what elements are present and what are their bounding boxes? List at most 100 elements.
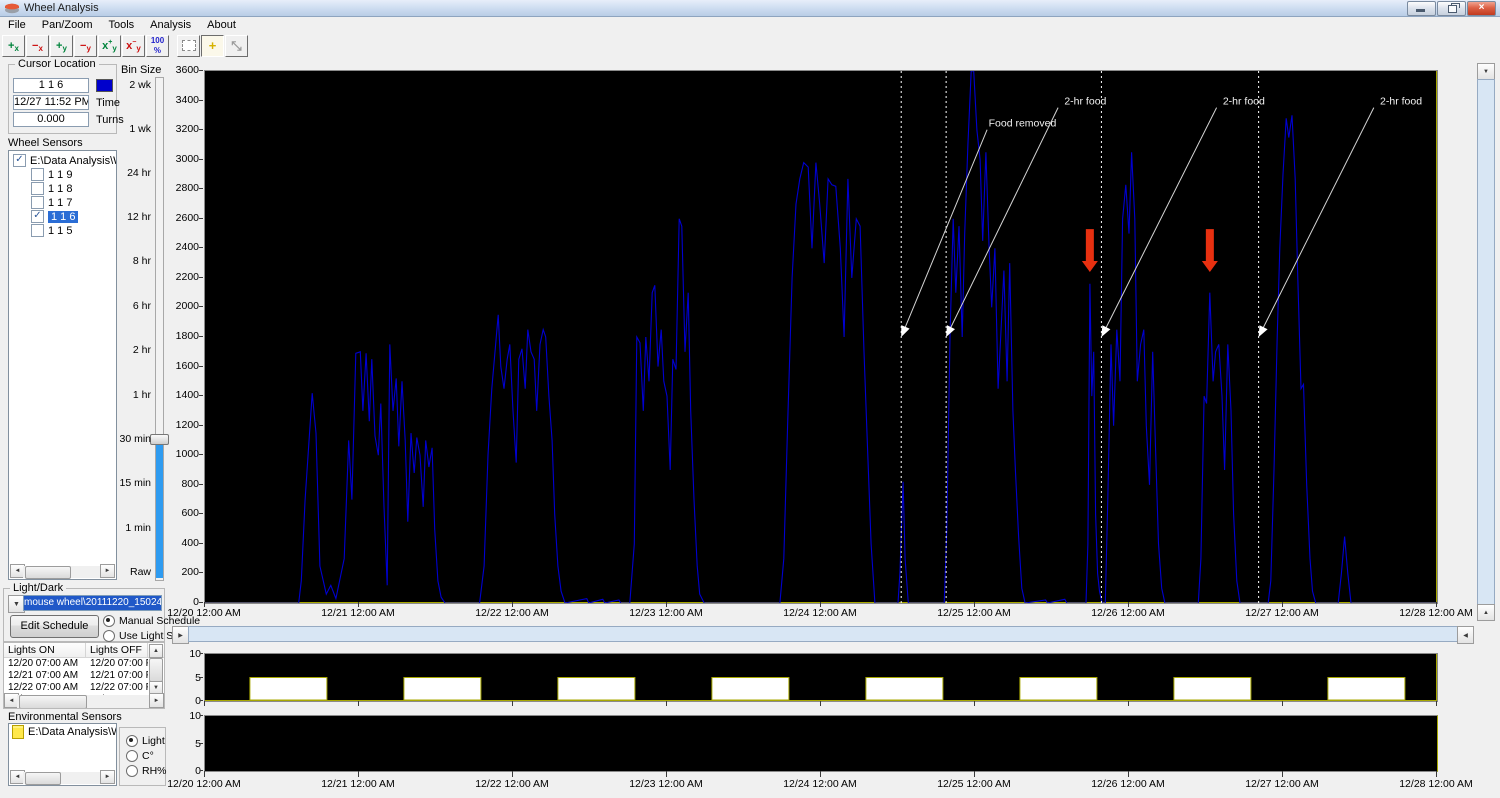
y-axis-label: 2400 bbox=[163, 241, 199, 253]
y-axis-tick bbox=[199, 306, 203, 307]
toolbar-zoom-in-x-icon[interactable]: +x bbox=[2, 35, 25, 57]
env-list-scroll-right-icon[interactable]: ► bbox=[100, 770, 115, 784]
bin-size-option-12hr[interactable]: 12 hr bbox=[105, 211, 151, 223]
chart-hscrollbar[interactable] bbox=[188, 626, 1458, 642]
radio-icon[interactable] bbox=[126, 765, 138, 777]
sensor-file-icon bbox=[12, 725, 24, 739]
bin-size-option-8hr[interactable]: 8 hr bbox=[105, 255, 151, 267]
wheel-sensors-list[interactable]: ✓ E:\Data Analysis\Wheel 1 1 9 1 1 8 1 1 7 ✓ 1… bbox=[8, 150, 117, 580]
cursor-sensor-field[interactable]: 1 1 6 bbox=[13, 78, 89, 93]
environmental-sensors-list[interactable]: E:\Data Analysis\Wheel ◄ ► bbox=[8, 723, 117, 786]
radio-icon[interactable] bbox=[126, 735, 138, 747]
environmental-strip[interactable] bbox=[204, 715, 1438, 772]
lights-table-row[interactable]: 12/20 07:00 AM12/20 07:00 PM bbox=[4, 658, 164, 670]
toolbar-zoom-out-xy-icon[interactable]: x−y bbox=[122, 35, 145, 57]
chart-hscroll-left-icon[interactable]: ▶ bbox=[172, 626, 189, 644]
lights-table-scroll-right-icon[interactable]: ► bbox=[149, 693, 164, 708]
bin-size-option-1hr[interactable]: 1 hr bbox=[105, 389, 151, 401]
sensor-item-119[interactable]: 1 1 9 bbox=[12, 168, 116, 181]
env-list-scroll-thumb[interactable] bbox=[25, 772, 61, 785]
lights-table-scroll-up-icon[interactable]: ▲ bbox=[149, 644, 163, 658]
sensor-root-label[interactable]: E:\Data Analysis\Wheel bbox=[30, 155, 117, 167]
lights-table-scroll-thumb[interactable] bbox=[149, 658, 163, 682]
environmental-item[interactable]: E:\Data Analysis\Wheel bbox=[28, 726, 117, 738]
radio-icon[interactable] bbox=[103, 615, 115, 627]
menu-item-about[interactable]: About bbox=[199, 18, 244, 32]
toolbar-zoom-out-y-icon[interactable]: −y bbox=[74, 35, 97, 57]
sensor-item-118[interactable]: 1 1 8 bbox=[12, 182, 116, 195]
schedule-file-field[interactable]: mouse wheel\20111220_150244.wls bbox=[23, 595, 162, 611]
light-strip-y-tick bbox=[200, 700, 203, 701]
restore-button-icon[interactable] bbox=[1437, 1, 1466, 16]
lights-table-row[interactable]: 12/22 07:00 AM12/22 07:00 PM bbox=[4, 682, 164, 694]
env-measure-c[interactable]: C° bbox=[126, 750, 167, 762]
menu-item-file[interactable]: File bbox=[0, 18, 34, 32]
x-axis-tick bbox=[974, 602, 975, 607]
toolbar-select-rectangle-icon[interactable] bbox=[177, 35, 200, 57]
light-strip-tick bbox=[1128, 701, 1129, 706]
bin-size-option-15min[interactable]: 15 min bbox=[105, 477, 151, 489]
menu-item-analysis[interactable]: Analysis bbox=[142, 18, 199, 32]
env-measure-rh%[interactable]: RH% bbox=[126, 765, 167, 777]
env-list-hscrollbar[interactable] bbox=[23, 772, 102, 784]
x-axis-label: 12/23 12:00 AM bbox=[618, 607, 714, 619]
toolbar-zoom-in-y-icon[interactable]: +y bbox=[50, 35, 73, 57]
lights-off-header[interactable]: Lights OFF bbox=[86, 643, 148, 657]
lights-table-hscroll-thumb[interactable] bbox=[19, 695, 87, 709]
toolbar-zoom-out-x-icon[interactable]: −x bbox=[26, 35, 49, 57]
toolbar-zoom-100-icon[interactable]: 100% bbox=[146, 35, 169, 57]
toolbar-crosshair-cursor-icon[interactable]: + bbox=[201, 35, 224, 57]
sensor-item-116[interactable]: ✓ 1 1 6 bbox=[12, 210, 116, 223]
sensor-item-117[interactable]: 1 1 7 bbox=[12, 196, 116, 209]
main-chart-plot[interactable]: Food removed2-hr food2-hr food2-hr food bbox=[204, 70, 1438, 604]
chart-vscrollbar[interactable] bbox=[1477, 79, 1495, 605]
sensor-item-117-checkbox-icon[interactable] bbox=[31, 196, 44, 209]
lights-table-hscrollbar[interactable] bbox=[17, 695, 151, 708]
title-bar[interactable]: Wheel Analysis × bbox=[0, 0, 1500, 17]
bin-size-option-2wk[interactable]: 2 wk bbox=[105, 79, 151, 91]
bin-size-slider-fill bbox=[156, 442, 163, 578]
sensor-item-115-label[interactable]: 1 1 5 bbox=[48, 225, 72, 237]
bin-size-option-24hr[interactable]: 24 hr bbox=[105, 167, 151, 179]
bin-size-option-1min[interactable]: 1 min bbox=[105, 522, 151, 534]
sensor-item-116-label[interactable]: 1 1 6 bbox=[48, 211, 78, 223]
lights-table-row[interactable]: 12/21 07:00 AM12/21 07:00 PM bbox=[4, 670, 164, 682]
lights-on-header[interactable]: Lights ON bbox=[4, 643, 86, 657]
radio-icon[interactable] bbox=[126, 750, 138, 762]
bin-size-option-30min[interactable]: 30 min bbox=[105, 433, 151, 445]
sensor-list-scroll-thumb[interactable] bbox=[25, 566, 71, 579]
bin-size-slider-thumb[interactable] bbox=[150, 434, 169, 445]
bin-size-option-2hr[interactable]: 2 hr bbox=[105, 344, 151, 356]
menu-item-panzoom[interactable]: Pan/Zoom bbox=[34, 18, 101, 32]
sensor-item-119-label[interactable]: 1 1 9 bbox=[48, 169, 72, 181]
callout-label: 2-hr food bbox=[1223, 96, 1265, 108]
chart-hscroll-right-icon[interactable]: ◀ bbox=[1457, 626, 1474, 644]
sensor-item-118-label[interactable]: 1 1 8 bbox=[48, 183, 72, 195]
sensor-item-119-checkbox-icon[interactable] bbox=[31, 168, 44, 181]
radio-icon[interactable] bbox=[103, 630, 115, 642]
sensor-item-118-checkbox-icon[interactable] bbox=[31, 182, 44, 195]
sensor-item-117-label[interactable]: 1 1 7 bbox=[48, 197, 72, 209]
minimize-button-icon[interactable] bbox=[1407, 1, 1436, 16]
chart-vscroll-top-icon[interactable]: ▼ bbox=[1477, 63, 1495, 80]
x-axis-tick bbox=[666, 771, 667, 777]
light-schedule-strip[interactable] bbox=[204, 653, 1438, 702]
sensor-root[interactable]: ✓ E:\Data Analysis\Wheel bbox=[12, 154, 116, 167]
cursor-turns-field[interactable]: 0.000 bbox=[13, 112, 89, 127]
edit-schedule-button[interactable]: Edit Schedule bbox=[10, 615, 99, 638]
bin-size-option-1wk[interactable]: 1 wk bbox=[105, 123, 151, 135]
sensor-item-115-checkbox-icon[interactable] bbox=[31, 224, 44, 237]
sensor-root-checkbox-icon[interactable]: ✓ bbox=[13, 154, 26, 167]
sensor-list-hscrollbar[interactable] bbox=[23, 566, 102, 578]
bin-size-option-Raw[interactable]: Raw bbox=[105, 566, 151, 578]
sensor-item-116-checkbox-icon[interactable]: ✓ bbox=[31, 210, 44, 223]
cursor-location-title: Cursor Location bbox=[15, 58, 99, 70]
lights-table[interactable]: Lights ON Lights OFF 12/20 07:00 AM12/20… bbox=[3, 642, 165, 709]
cursor-time-field[interactable]: 12/27 11:52 PM bbox=[13, 95, 89, 110]
toolbar-zoom-in-xy-icon[interactable]: x+y bbox=[98, 35, 121, 57]
sensor-item-115[interactable]: 1 1 5 bbox=[12, 224, 116, 237]
bin-size-option-6hr[interactable]: 6 hr bbox=[105, 300, 151, 312]
menu-item-tools[interactable]: Tools bbox=[100, 18, 142, 32]
env-measure-light[interactable]: Light bbox=[126, 735, 167, 747]
close-button-icon[interactable]: × bbox=[1467, 1, 1496, 16]
